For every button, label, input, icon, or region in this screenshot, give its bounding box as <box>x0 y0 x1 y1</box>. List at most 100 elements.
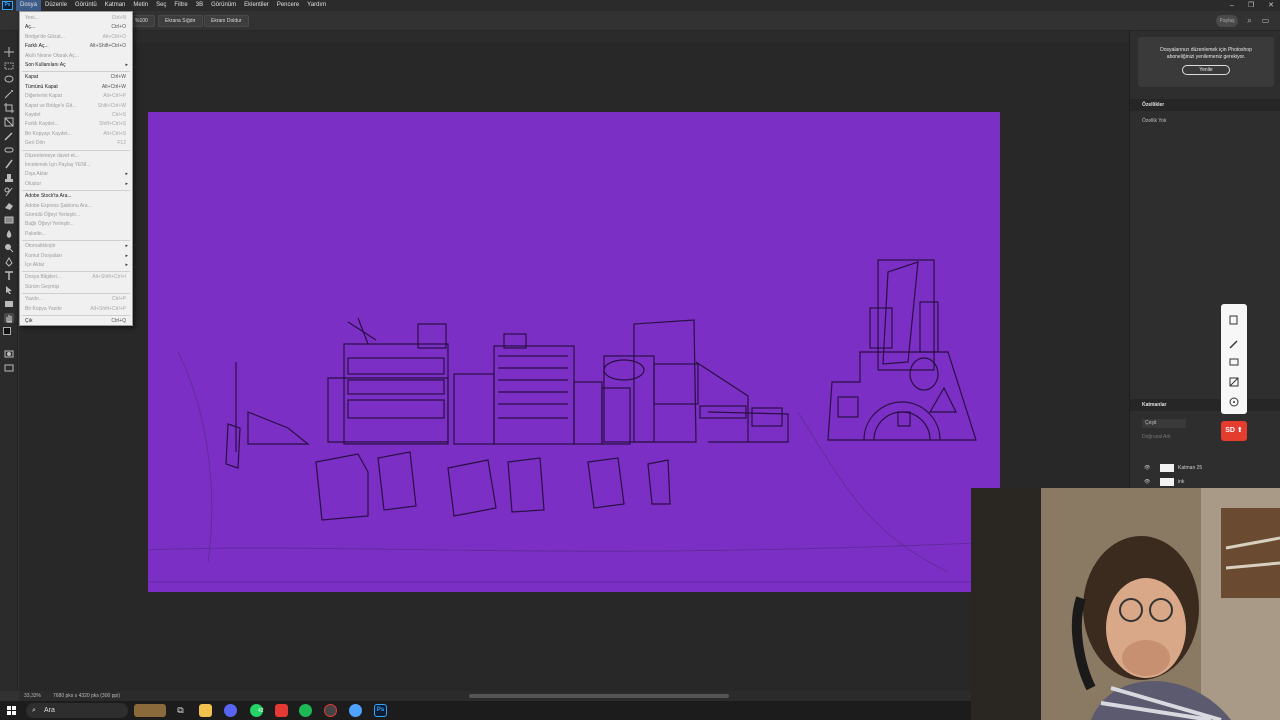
file-menu-item[interactable]: Çık Ctrl+Q <box>25 317 128 326</box>
artboard-canvas[interactable] <box>148 112 1000 592</box>
obs-icon[interactable] <box>324 704 337 717</box>
menu-item[interactable]: Eklentiler <box>240 0 273 11</box>
target-icon[interactable] <box>1228 396 1240 408</box>
hand-tool-icon[interactable] <box>4 313 14 323</box>
layer-row[interactable]: 👁 ink <box>1142 476 1272 488</box>
menu-item[interactable]: Metin <box>129 0 152 11</box>
file-menu-item[interactable]: Diğerlerini Kapat Alt+Ctrl+P <box>25 92 128 101</box>
file-explorer-icon[interactable] <box>199 704 212 717</box>
path-selection-tool-icon[interactable] <box>4 285 14 295</box>
file-menu-item[interactable]: Gömülü Öğeyi Yerleştir... <box>25 211 128 220</box>
pen-tool-icon[interactable] <box>4 257 14 267</box>
file-menu-item[interactable]: Paketle... <box>25 230 128 239</box>
file-menu-item[interactable]: Kapat ve Bridge'e Git... Shift+Ctrl+W <box>25 102 128 111</box>
zoom-level[interactable]: 33,33% <box>24 691 41 701</box>
menu-item[interactable]: Düzenle <box>41 0 71 11</box>
layer-row[interactable]: 👁 Katman 25 <box>1142 462 1272 474</box>
sd-upload-button[interactable]: SD ⬆ <box>1221 421 1247 441</box>
rectangle-tool-icon[interactable] <box>4 299 14 309</box>
file-menu-item[interactable]: Düzenlemeye davet et... <box>25 152 128 161</box>
spotify-icon[interactable] <box>299 704 312 717</box>
blend-mode-select[interactable]: Doğrusal Ark <box>1142 433 1192 442</box>
app-icon[interactable] <box>275 704 288 717</box>
menu-item[interactable]: Görünüm <box>207 0 240 11</box>
file-menu-item[interactable]: Akıllı Nesne Olarak Aç... <box>25 52 128 61</box>
file-menu-item[interactable]: Son Kullanılanı Aç ▸ <box>25 61 128 70</box>
file-menu-item[interactable]: Bir Kopyayı Kaydet... Alt+Ctrl+S <box>25 130 128 139</box>
file-menu-item[interactable]: Yazdır... Ctrl+P <box>25 295 128 304</box>
horizontal-scrollbar[interactable] <box>469 694 729 698</box>
foreground-color-swatch[interactable] <box>3 327 11 335</box>
file-menu-item[interactable]: Kapat Ctrl+W <box>25 73 128 82</box>
maximize-icon[interactable]: ❐ <box>1248 0 1254 11</box>
blur-tool-icon[interactable] <box>4 229 14 239</box>
file-menu-item[interactable]: Komut Dosyaları ▸ <box>25 252 128 261</box>
windows-start-icon[interactable] <box>7 706 16 715</box>
layer-filter-select[interactable]: Çeşit <box>1142 419 1186 428</box>
menu-item[interactable]: Görüntü <box>71 0 101 11</box>
share-button[interactable]: Paylaş <box>1216 15 1238 27</box>
menu-item[interactable]: Pencere <box>273 0 303 11</box>
discord-icon[interactable] <box>224 704 237 717</box>
file-menu-item[interactable]: İçe Aktar ▸ <box>25 261 128 270</box>
move-tool-icon[interactable] <box>4 47 14 57</box>
eye-icon[interactable]: 👁 <box>1144 476 1150 488</box>
history-brush-tool-icon[interactable] <box>4 187 14 197</box>
properties-panel-title[interactable]: Özellikler <box>1130 99 1280 111</box>
file-menu-item[interactable]: Bağlı Öğeyi Yerleştir... <box>25 220 128 229</box>
eye-icon[interactable]: 👁 <box>1144 462 1150 474</box>
marquee-tool-icon[interactable] <box>4 61 14 71</box>
layers-panel-title[interactable]: Katmanlar <box>1130 399 1280 411</box>
crop-tool-icon[interactable] <box>4 103 14 113</box>
taskbar-search-input[interactable]: ⌕ Ara <box>26 703 128 718</box>
browser-icon[interactable] <box>349 704 362 717</box>
frame-tool-icon[interactable] <box>4 117 14 127</box>
whatsapp-icon[interactable]: 42 <box>250 704 264 717</box>
photoshop-taskbar-icon[interactable]: Ps <box>374 704 387 717</box>
file-menu-item[interactable]: Adobe Express Şablonu Ara... <box>25 202 128 211</box>
task-view-icon[interactable]: ⧉ <box>174 704 187 717</box>
clone-stamp-tool-icon[interactable] <box>4 173 14 183</box>
file-menu-item[interactable]: Dosya Bilgileri... Alt+Shift+Ctrl+I <box>25 273 128 282</box>
crop-icon[interactable] <box>1228 376 1240 388</box>
file-menu-item[interactable]: Otomatikleştir ▸ <box>25 242 128 251</box>
file-menu-item[interactable]: Kaydet Ctrl+S <box>25 111 128 120</box>
eyedropper-tool-icon[interactable] <box>4 131 14 141</box>
menu-item[interactable]: Seç <box>152 0 170 11</box>
screen-mode-icon[interactable] <box>4 363 14 373</box>
reload-button[interactable]: Yenile <box>1182 65 1230 75</box>
eraser-icon[interactable] <box>1228 356 1240 368</box>
file-menu-item[interactable]: Dışa Aktar ▸ <box>25 170 128 179</box>
file-menu-item[interactable]: Adobe Stock'ta Ara... <box>25 192 128 201</box>
copy-icon[interactable] <box>1228 314 1240 326</box>
brush-tool-icon[interactable] <box>4 159 14 169</box>
menu-item[interactable]: 3B <box>192 0 207 11</box>
file-menu-item[interactable]: İncelemek İçin Paylaş YENİ... <box>25 161 128 170</box>
file-menu-item[interactable]: Bridge'de Gözat... Alt+Ctrl+O <box>25 33 128 42</box>
dodge-tool-icon[interactable] <box>4 243 14 253</box>
minimize-icon[interactable]: – <box>1230 0 1234 11</box>
file-menu-item[interactable]: Farklı Kaydet... Shift+Ctrl+S <box>25 120 128 129</box>
file-menu-item[interactable]: Oluştur ▸ <box>25 180 128 189</box>
file-menu-item[interactable]: Aç... Ctrl+O <box>25 23 128 32</box>
file-menu-item[interactable]: Geri Dön F12 <box>25 139 128 148</box>
file-menu-item[interactable]: Tümünü Kapat Alt+Ctrl+W <box>25 83 128 92</box>
menu-item[interactable]: Katman <box>101 0 130 11</box>
file-menu-item[interactable]: Bir Kopya Yazdır Alt+Shift+Ctrl+P <box>25 305 128 314</box>
healing-brush-tool-icon[interactable] <box>4 145 14 155</box>
close-window-icon[interactable]: ✕ <box>1268 0 1274 11</box>
type-tool-icon[interactable] <box>4 271 14 281</box>
fit-screen-button[interactable]: Ekrana Sığdır <box>158 15 203 27</box>
file-menu-item[interactable]: Yeni... Ctrl+N <box>25 14 128 23</box>
file-menu-item[interactable]: Farklı Aç... Alt+Shift+Ctrl+O <box>25 42 128 51</box>
magic-wand-tool-icon[interactable] <box>4 89 14 99</box>
lasso-tool-icon[interactable] <box>4 75 14 85</box>
quick-mask-icon[interactable] <box>4 349 14 359</box>
workspace-icon[interactable]: ▭ <box>1261 16 1270 25</box>
search-highlight-icon[interactable] <box>134 704 166 717</box>
file-menu-item[interactable]: Sürüm Geçmişi <box>25 283 128 292</box>
fill-screen-button[interactable]: Ekranı Doldur <box>204 15 249 27</box>
eraser-tool-icon[interactable] <box>4 201 14 211</box>
search-icon[interactable]: ⌕ <box>1245 16 1254 25</box>
gradient-tool-icon[interactable] <box>4 215 14 225</box>
